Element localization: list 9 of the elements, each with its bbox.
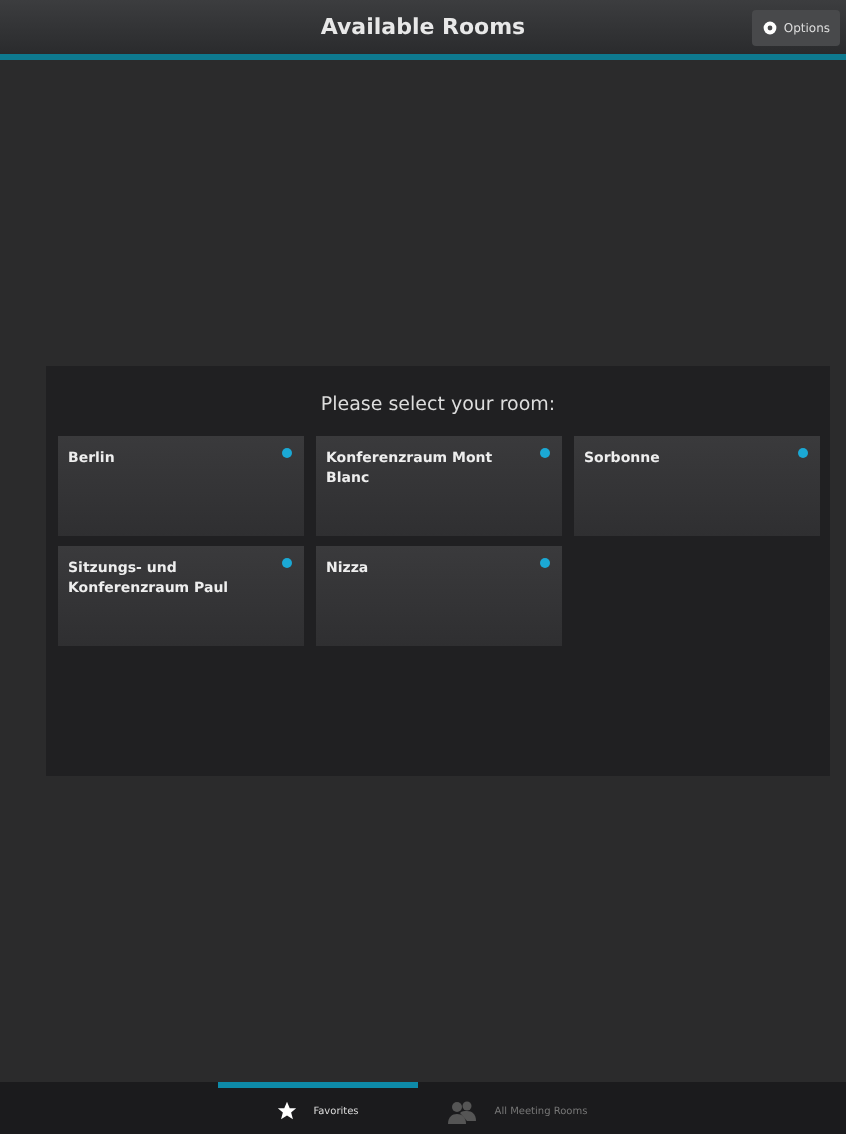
status-dot <box>798 448 808 458</box>
status-dot <box>282 448 292 458</box>
people-icon <box>446 1099 479 1123</box>
window-title: Available Rooms <box>320 14 526 40</box>
prompt-text: Please select your room: <box>320 394 556 416</box>
status-dot <box>540 448 550 458</box>
star-icon <box>275 1100 298 1122</box>
status-dot <box>282 558 292 568</box>
status-dot <box>540 558 550 568</box>
